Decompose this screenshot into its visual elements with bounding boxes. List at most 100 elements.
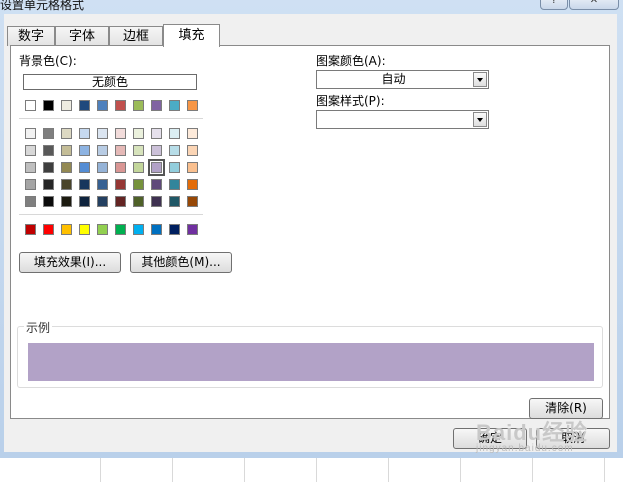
tint-swatch[interactable] — [133, 145, 144, 156]
tint-swatch[interactable] — [133, 196, 144, 207]
theme-swatch[interactable] — [115, 100, 126, 111]
dialog-title: 设置单元格格式 — [0, 0, 85, 12]
tint-swatch[interactable] — [61, 128, 72, 139]
grid-line — [460, 458, 461, 482]
format-cells-dialog: 设置单元格格式 ? ✕ 数字 字体 边框 填充 背景色(C): 无颜色 填充效果… — [0, 0, 623, 458]
tint-swatch[interactable] — [187, 179, 198, 190]
theme-swatch[interactable] — [187, 100, 198, 111]
tint-swatch[interactable] — [61, 162, 72, 173]
theme-swatch[interactable] — [169, 100, 180, 111]
grid-line — [244, 458, 245, 482]
sample-preview — [28, 343, 594, 381]
tab-fill[interactable]: 填充 — [163, 24, 220, 47]
tint-swatch[interactable] — [25, 128, 36, 139]
standard-swatch[interactable] — [169, 224, 180, 235]
chevron-down-icon — [477, 78, 483, 82]
tint-swatch[interactable] — [79, 128, 90, 139]
watermark: Baidu经验 jingyan.baidu.com — [476, 415, 596, 470]
standard-swatch[interactable] — [115, 224, 126, 235]
pattern-color-value: 自动 — [381, 72, 406, 86]
tint-swatch[interactable] — [148, 159, 165, 176]
tint-swatch[interactable] — [151, 196, 162, 207]
tint-swatch[interactable] — [151, 145, 162, 156]
theme-swatch[interactable] — [97, 100, 108, 111]
tint-swatch[interactable] — [115, 145, 126, 156]
tint-swatch[interactable] — [133, 179, 144, 190]
standard-swatch[interactable] — [133, 224, 144, 235]
pattern-color-label: 图案颜色(A): — [316, 54, 386, 68]
tint-swatch[interactable] — [187, 145, 198, 156]
tint-swatch[interactable] — [25, 179, 36, 190]
theme-swatch[interactable] — [25, 100, 36, 111]
fill-panel: 背景色(C): 无颜色 填充效果(I)... 其他颜色(M)... 图案颜色(A… — [10, 45, 610, 419]
help-button[interactable]: ? — [540, 0, 568, 10]
tint-swatch[interactable] — [187, 128, 198, 139]
tint-swatch[interactable] — [25, 162, 36, 173]
theme-swatch[interactable] — [151, 100, 162, 111]
tint-swatch[interactable] — [25, 145, 36, 156]
tint-swatch[interactable] — [61, 179, 72, 190]
tint-swatch[interactable] — [43, 145, 54, 156]
theme-swatch[interactable] — [61, 100, 72, 111]
dropdown-button[interactable] — [473, 112, 487, 127]
tint-swatch[interactable] — [115, 162, 126, 173]
tint-swatch[interactable] — [151, 128, 162, 139]
tint-swatch[interactable] — [97, 128, 108, 139]
tint-swatch[interactable] — [169, 196, 180, 207]
tint-swatch[interactable] — [133, 162, 144, 173]
standard-swatch[interactable] — [79, 224, 90, 235]
tint-swatch[interactable] — [97, 179, 108, 190]
sample-label: 示例 — [24, 319, 53, 336]
tint-swatch[interactable] — [97, 145, 108, 156]
tint-swatch[interactable] — [115, 196, 126, 207]
tint-swatch[interactable] — [79, 196, 90, 207]
pattern-style-select[interactable] — [316, 110, 489, 129]
theme-swatch[interactable] — [43, 100, 54, 111]
chevron-down-icon — [477, 118, 483, 122]
title-bar[interactable]: 设置单元格格式 ? ✕ — [0, 0, 623, 14]
fill-effects-button[interactable]: 填充效果(I)... — [19, 252, 121, 273]
tint-swatch[interactable] — [61, 196, 72, 207]
tint-swatch[interactable] — [169, 179, 180, 190]
tint-swatch[interactable] — [97, 162, 108, 173]
standard-swatch[interactable] — [151, 224, 162, 235]
tab-number[interactable]: 数字 — [7, 26, 55, 46]
tint-swatch[interactable] — [43, 128, 54, 139]
tint-swatch[interactable] — [115, 179, 126, 190]
close-button[interactable]: ✕ — [569, 0, 619, 10]
standard-swatch[interactable] — [61, 224, 72, 235]
more-colors-button[interactable]: 其他颜色(M)... — [130, 252, 232, 273]
tint-swatch[interactable] — [169, 162, 180, 173]
tint-swatch[interactable] — [169, 145, 180, 156]
tint-swatch[interactable] — [97, 196, 108, 207]
tint-swatch[interactable] — [79, 179, 90, 190]
pattern-color-select[interactable]: 自动 — [316, 70, 489, 89]
grid-line — [100, 458, 101, 482]
tab-font[interactable]: 字体 — [55, 26, 109, 46]
theme-swatch[interactable] — [79, 100, 90, 111]
tint-swatch[interactable] — [43, 162, 54, 173]
dropdown-button[interactable] — [473, 72, 487, 87]
standard-swatch[interactable] — [25, 224, 36, 235]
theme-swatch[interactable] — [133, 100, 144, 111]
tint-swatch[interactable] — [79, 145, 90, 156]
tint-swatch[interactable] — [187, 162, 198, 173]
tint-swatch[interactable] — [25, 196, 36, 207]
tint-swatch[interactable] — [151, 179, 162, 190]
standard-swatch[interactable] — [187, 224, 198, 235]
tint-swatch[interactable] — [115, 128, 126, 139]
tint-swatch[interactable] — [43, 179, 54, 190]
close-icon: ✕ — [589, 0, 599, 6]
tint-swatch[interactable] — [61, 145, 72, 156]
tint-swatch[interactable] — [169, 128, 180, 139]
grid-line — [172, 458, 173, 482]
tint-swatch[interactable] — [133, 128, 144, 139]
tint-swatch[interactable] — [187, 196, 198, 207]
tab-border[interactable]: 边框 — [109, 26, 163, 46]
tint-swatch[interactable] — [43, 196, 54, 207]
tint-swatch[interactable] — [79, 162, 90, 173]
standard-swatch[interactable] — [97, 224, 108, 235]
palette-separator — [19, 214, 203, 215]
no-color-button[interactable]: 无颜色 — [23, 74, 197, 90]
standard-swatch[interactable] — [43, 224, 54, 235]
